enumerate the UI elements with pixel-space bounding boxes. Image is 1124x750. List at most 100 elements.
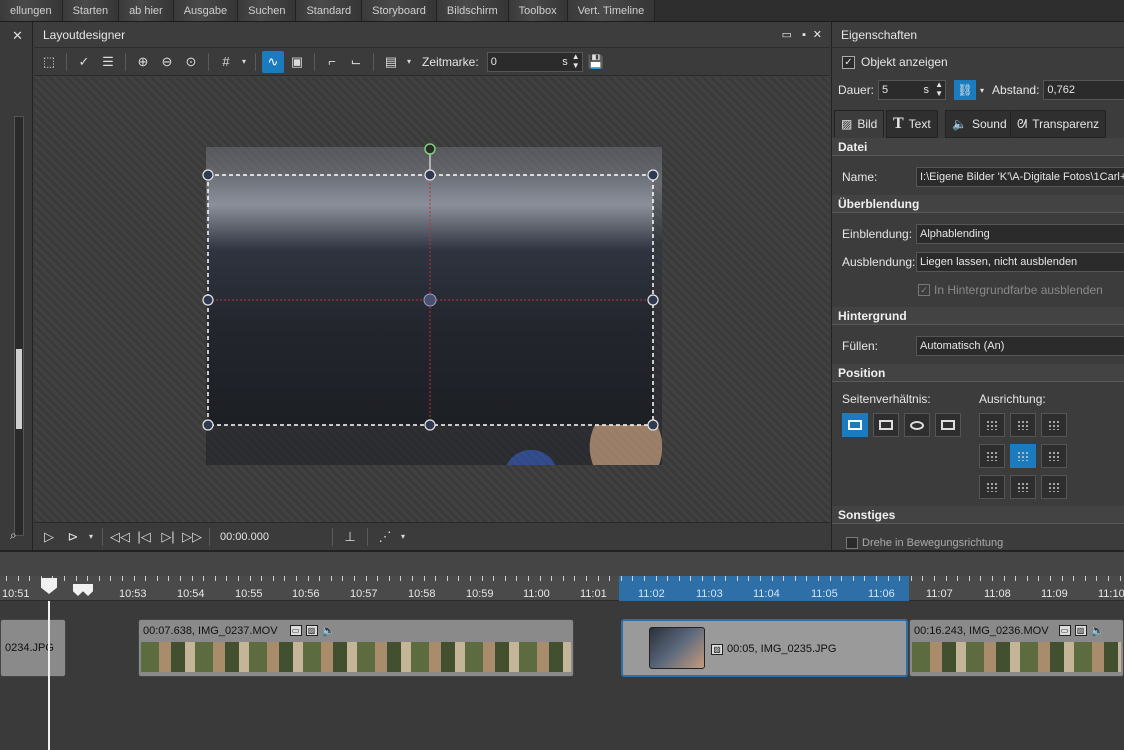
zoom-fit-icon[interactable]: ⊙ xyxy=(180,51,202,73)
ruler-tick xyxy=(261,576,262,581)
top-tab[interactable]: Suchen xyxy=(238,0,297,21)
section-ueberblendung: Überblendung xyxy=(832,195,1124,213)
einblendung-select[interactable]: Alphablending xyxy=(916,224,1124,244)
select-tool-icon[interactable]: ⬚ xyxy=(38,51,60,73)
align-bottom-left-button[interactable] xyxy=(979,475,1005,499)
curve-icon[interactable]: ⌙ xyxy=(345,51,367,73)
motion-path-icon[interactable]: ∿ xyxy=(262,50,284,73)
tab-bild[interactable]: ▨ Bild xyxy=(834,110,885,138)
layers-icon[interactable]: ☰ xyxy=(97,51,119,73)
zoom-fit-icon[interactable]: ⌕ xyxy=(10,528,28,546)
save-icon[interactable]: 💾 xyxy=(585,51,607,73)
top-tab[interactable]: ab hier xyxy=(119,0,174,21)
stepper-icon[interactable]: ▲ ▼ xyxy=(935,81,943,98)
pin-icon[interactable]: ▪ xyxy=(802,22,806,48)
rewind-icon[interactable]: ◁◁ xyxy=(109,526,131,548)
clip-thumbnail xyxy=(649,627,705,669)
abstand-input[interactable]: 0,762 xyxy=(1043,80,1124,100)
top-tab[interactable]: Storyboard xyxy=(362,0,437,21)
properties-panel: Eigenschaften ✓ Objekt anzeigen Dauer: 5… xyxy=(831,22,1124,550)
timeline-clip-selected[interactable]: ▨ 00:05, IMG_0235.JPG xyxy=(621,619,908,677)
align-icon[interactable]: ▤ xyxy=(380,51,402,73)
designer-canvas[interactable] xyxy=(34,77,830,522)
stepper-icon[interactable]: ▲ ▼ xyxy=(572,53,580,70)
top-tab[interactable]: ellungen xyxy=(0,0,63,21)
dauer-label: Dauer: xyxy=(838,83,875,97)
rotate-direction-checkbox[interactable] xyxy=(846,537,858,549)
ruler-tick xyxy=(679,576,680,581)
tab-transparenz[interactable]: ᘛ Transparenz xyxy=(1010,110,1107,138)
align-top-right-button[interactable] xyxy=(1041,413,1067,437)
step-back-icon[interactable]: |◁ xyxy=(133,526,155,548)
align-center-button[interactable] xyxy=(1010,444,1036,468)
zoom-out-icon[interactable]: ⊖ xyxy=(156,51,178,73)
ruler-tick xyxy=(1120,576,1121,581)
grid-icon[interactable]: # xyxy=(215,51,237,73)
ruler-label: 11:05 xyxy=(811,588,838,600)
top-tab[interactable]: Starten xyxy=(62,0,120,21)
align-middle-left-button[interactable] xyxy=(979,444,1005,468)
einblendung-label: Einblendung: xyxy=(842,227,913,241)
timeline-clip[interactable]: 0234.JPG xyxy=(0,619,66,677)
show-object-checkbox[interactable]: ✓ xyxy=(842,55,855,69)
add-keyframe-icon[interactable]: ⌐ xyxy=(321,51,343,73)
ruler-label: 10:55 xyxy=(235,588,263,600)
fuellen-select[interactable]: Automatisch (An) xyxy=(916,336,1124,356)
check-tool-icon[interactable]: ✓ xyxy=(73,51,95,73)
ruler-tick xyxy=(505,576,506,581)
dauer-input[interactable]: 5 s ▲ ▼ xyxy=(878,80,947,100)
play-icon[interactable]: ▷ xyxy=(38,526,60,548)
zeitmarke-input[interactable]: 0 s ▲ ▼ xyxy=(486,51,583,72)
align-top-center-button[interactable] xyxy=(1010,413,1036,437)
vertical-scrollbar[interactable] xyxy=(14,116,24,536)
chevron-down-icon[interactable]: ▾ xyxy=(239,51,249,73)
top-tab[interactable]: Standard xyxy=(296,0,363,21)
ausblendung-select[interactable]: Liegen lassen, nicht ausblenden xyxy=(916,252,1124,272)
hintergrundfarbe-checkbox[interactable]: ✓ xyxy=(918,284,930,296)
align-bottom-center-button[interactable] xyxy=(1010,475,1036,499)
fast-forward-icon[interactable]: ▷▷ xyxy=(181,526,203,548)
align-icon xyxy=(1048,420,1060,430)
aspect-fit-button[interactable] xyxy=(842,413,868,437)
zeitmarke-label: Zeitmarke: xyxy=(422,54,479,69)
aspect-ellipse-button[interactable] xyxy=(904,413,930,437)
ruler-tick xyxy=(540,576,541,581)
tab-text[interactable]: T Text xyxy=(886,110,938,138)
name-field[interactable]: I:\Eigene Bilder 'K'\A-Digitale Fotos\1C… xyxy=(916,167,1124,187)
marker-icon[interactable]: ⊥ xyxy=(339,526,361,548)
align-middle-right-button[interactable] xyxy=(1041,444,1067,468)
align-top-left-button[interactable] xyxy=(979,413,1005,437)
path-icon[interactable]: ⋰ xyxy=(374,526,396,548)
play-from-icon[interactable]: ⊳ xyxy=(62,526,84,548)
ruler-tick xyxy=(412,576,413,581)
timeline-ruler[interactable]: 10:51 10:53 10:54 10:55 10:56 10:57 10:5… xyxy=(0,576,1124,601)
close-icon[interactable]: ✕ xyxy=(12,28,23,44)
scrollbar-thumb[interactable] xyxy=(16,349,22,429)
ruler-tick xyxy=(424,576,425,581)
camera-icon[interactable]: ▣ xyxy=(286,51,308,73)
selection-overlay xyxy=(202,143,659,431)
timeline-clip[interactable]: 00:07.638, IMG_0237.MOV ▭ ▨ 🔈 xyxy=(138,619,574,677)
section-sonstiges: Sonstiges xyxy=(832,506,1124,524)
chevron-down-icon[interactable]: ▾ xyxy=(86,526,96,548)
ruler-tick xyxy=(992,576,993,581)
link-icon[interactable]: ⛓ xyxy=(954,80,977,100)
aspect-fill-button[interactable] xyxy=(873,413,899,437)
chevron-down-icon[interactable]: ▾ xyxy=(980,86,984,95)
tab-sound[interactable]: 🔈 Sound xyxy=(945,110,1014,138)
top-tab[interactable]: Toolbox xyxy=(508,0,568,21)
close-icon[interactable]: ✕ xyxy=(813,22,822,48)
zoom-in-icon[interactable]: ⊕ xyxy=(132,51,154,73)
maximize-icon[interactable]: ▭ xyxy=(782,22,792,48)
speaker-icon: 🔈 xyxy=(1090,625,1105,637)
aspect-portrait-button[interactable] xyxy=(935,413,961,437)
dauer-row: Dauer: 5 s ▲ ▼ ⛓ ▾ Abstand: 0,762 xyxy=(838,80,1124,100)
step-forward-icon[interactable]: ▷| xyxy=(157,526,179,548)
chevron-down-icon[interactable]: ▾ xyxy=(398,526,408,548)
chevron-down-icon[interactable]: ▾ xyxy=(404,51,414,73)
top-tab[interactable]: Vert. Timeline xyxy=(567,0,656,21)
align-bottom-right-button[interactable] xyxy=(1041,475,1067,499)
top-tab[interactable]: Ausgabe xyxy=(173,0,239,21)
top-tab[interactable]: Bildschirm xyxy=(436,0,509,21)
timeline-clip[interactable]: 00:16.243, IMG_0236.MOV ▭ ▨ 🔈 xyxy=(909,619,1124,677)
